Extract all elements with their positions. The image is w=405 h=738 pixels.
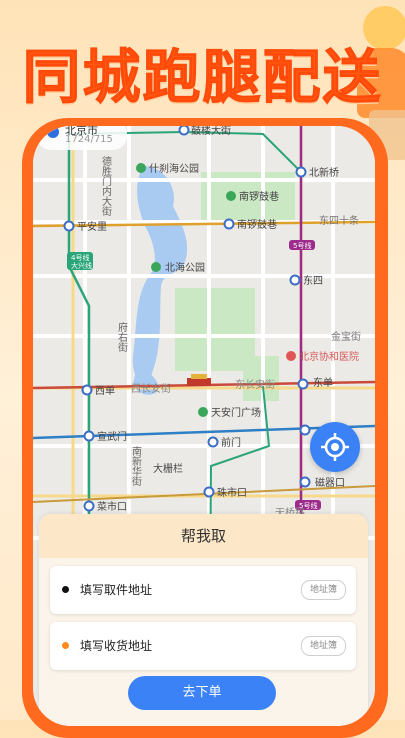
current-location-chip[interactable]: 北京市 1724/715 [37,126,127,150]
line5-badge-2: 5号线 [299,501,317,510]
place-order-button[interactable]: 去下单 [128,676,276,710]
pickup-address-label: 填写取件地址 [80,583,153,597]
delivery-dot-icon [62,642,69,649]
map-label-ciqikou: 磁器口 [315,476,345,489]
map-label-dashilan: 大栅栏 [153,462,183,475]
map-label-xinjiekou: 德胜门内大街 [100,155,112,217]
map-label-qianmen: 前门 [221,436,241,449]
map-label-zhushikou: 珠市口 [217,486,247,499]
delivery-address-label: 填写收货地址 [80,639,153,653]
map-label-pumch: 北京协和医院 [299,350,359,363]
panel-title: 帮我取 [39,514,368,558]
daxing-badge: 大兴线 [71,261,92,270]
locate-me-button[interactable] [310,422,360,472]
map-label-jinbao: 金宝街 [331,330,361,343]
map-label-xichangan: 西长安街 [131,382,171,395]
map-label-beihai: 北海公园 [165,261,205,274]
map-label-pinganli: 平安里 [77,220,107,233]
map-label-beixinqiao: 北新桥 [309,166,339,179]
map-label-dongdan: 东单 [313,376,333,389]
phone-screen: 鼓楼大街 什刹海公园 北新桥 南锣鼓巷 平安里 南锣鼓巷 东四十条 北海公园 东… [33,126,375,726]
map-label-dongsishitiao: 东四十条 [319,214,359,227]
line4-badge: 4号线 [71,253,89,262]
map-label-xuanwumen: 宣武门 [97,430,127,443]
map-label-shichahai: 什刹海公园 [149,162,199,175]
map-label-tiananmen: 天安门广场 [211,406,261,419]
order-panel: 帮我取 填写取件地址 地址簿 填写收货地址 地址簿 去下单 [39,514,368,726]
line5-badge-1: 5号线 [293,241,311,250]
pickup-address-book-button[interactable]: 地址簿 [300,580,346,600]
map-label-nanluoguxiang: 南锣鼓巷 [239,190,279,203]
pickup-dot-icon [62,586,69,593]
map-label-fuyoujie: 府右街 [116,321,128,353]
map-label-xidan: 西单 [95,385,115,397]
location-pin-icon [47,126,59,138]
current-sub: 1724/715 [65,134,113,145]
map-label-dongsi: 东四 [303,274,323,287]
map-label-nanxinhua: 南新华街 [130,445,142,487]
pickup-address-row[interactable]: 填写取件地址 地址簿 [50,566,356,614]
map-label-caishikou: 菜市口 [97,500,127,513]
map-label-dongchangan: 东长安街 [235,378,275,391]
delivery-address-row[interactable]: 填写收货地址 地址簿 [50,622,356,670]
delivery-address-book-button[interactable]: 地址簿 [300,636,346,656]
map-label-nanluoguxiang-2: 南锣鼓巷 [237,218,277,231]
crosshair-icon [321,433,349,461]
map-label-gulou: 鼓楼大街 [191,126,231,137]
promo-title: 同城跑腿配送 [22,43,383,112]
